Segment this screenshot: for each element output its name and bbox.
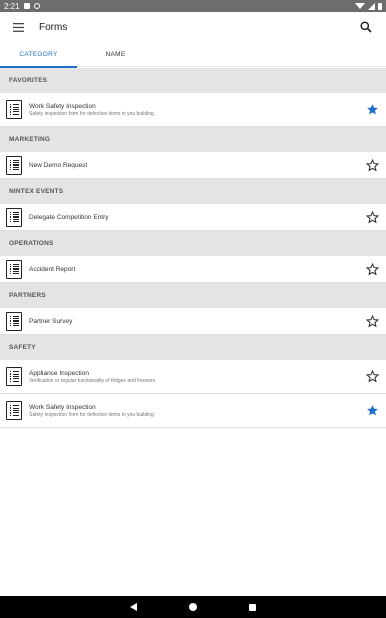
star-outline-icon (365, 370, 379, 383)
form-title: Work Safety Inspection (29, 102, 96, 110)
form-title: New Demo Request (29, 161, 88, 169)
form-text: Accident Report (29, 265, 75, 274)
form-item-work-safety-inspection[interactable]: Work Safety Inspection Safety inspection… (0, 394, 386, 428)
menu-button[interactable] (3, 12, 33, 42)
status-right (355, 2, 382, 10)
system-nav-bar (0, 596, 386, 618)
favorite-button[interactable] (365, 262, 379, 276)
form-item-appliance-inspection[interactable]: Appliance Inspection Verification or reg… (0, 360, 386, 394)
form-item-work-safety-inspection-favorite[interactable]: Work Safety Inspection Safety inspection… (0, 93, 386, 127)
form-description: Safety inspection form for defective ite… (29, 411, 154, 418)
form-description: Verification or regular functionality of… (29, 377, 156, 384)
form-item-partner-survey[interactable]: Partner Survey (0, 308, 386, 335)
tab-bar: CATEGORY NAME (0, 42, 386, 68)
form-title: Partner Survey (29, 317, 73, 325)
form-icon (6, 401, 22, 420)
home-icon[interactable] (189, 603, 197, 611)
form-item-new-demo-request[interactable]: New Demo Request (0, 152, 386, 179)
app-bar: Forms (0, 12, 386, 42)
favorite-button[interactable] (365, 158, 379, 172)
form-text: Work Safety Inspection Safety inspection… (29, 102, 154, 118)
form-icon (6, 311, 22, 331)
search-icon (360, 21, 372, 33)
form-text: Work Safety Inspection Safety inspection… (29, 403, 154, 419)
recent-apps-icon[interactable] (249, 603, 256, 611)
star-filled-icon (366, 405, 378, 416)
form-text: Partner Survey (29, 317, 72, 326)
form-title: Appliance Inspection (29, 369, 89, 377)
star-filled-icon (366, 104, 378, 115)
tab-name[interactable]: NAME (77, 42, 154, 67)
search-button[interactable] (352, 13, 380, 41)
form-item-delegate-competition-entry[interactable]: Delegate Competition Entry (0, 204, 386, 231)
battery-icon (378, 2, 382, 10)
notification-icon (23, 3, 30, 9)
star-outline-icon (365, 158, 379, 171)
form-text: Appliance Inspection Verification or reg… (29, 369, 155, 385)
form-description: Safety inspection form for defective ite… (29, 110, 154, 117)
form-icon (6, 207, 22, 227)
status-bar: 2:21 (0, 0, 386, 12)
back-icon[interactable] (130, 603, 137, 611)
section-header-nintex-events: NINTEX EVENTS (0, 179, 386, 204)
favorite-button[interactable] (365, 314, 379, 328)
form-icon (6, 259, 22, 279)
favorite-button[interactable] (365, 103, 379, 117)
wifi-icon (355, 3, 365, 9)
signal-icon (368, 2, 375, 10)
form-title: Accident Report (29, 265, 76, 273)
star-outline-icon (365, 314, 379, 327)
star-outline-icon (365, 210, 379, 223)
section-header-favorites: FAVORITES (0, 68, 386, 93)
forms-list: FAVORITES Work Safety Inspection Safety … (0, 68, 386, 428)
form-text: New Demo Request (29, 161, 87, 170)
sync-icon (33, 3, 40, 9)
form-text: Delegate Competition Entry (29, 213, 109, 222)
favorite-button[interactable] (365, 210, 379, 224)
favorite-button[interactable] (365, 370, 379, 384)
section-header-safety: SAFETY (0, 335, 386, 360)
section-header-marketing: MARKETING (0, 127, 386, 152)
form-title: Work Safety Inspection (29, 403, 96, 411)
form-icon (6, 155, 22, 175)
favorite-button[interactable] (365, 404, 379, 418)
page-title: Forms (39, 21, 68, 33)
status-time: 2:21 (4, 1, 20, 11)
form-title: Delegate Competition Entry (29, 213, 109, 221)
star-outline-icon (365, 262, 379, 275)
form-icon (6, 367, 22, 386)
form-item-accident-report[interactable]: Accident Report (0, 256, 386, 283)
tab-category[interactable]: CATEGORY (0, 42, 77, 68)
form-icon (6, 100, 22, 119)
section-header-operations: OPERATIONS (0, 231, 386, 256)
status-left: 2:21 (4, 2, 40, 11)
section-header-partners: PARTNERS (0, 283, 386, 308)
hamburger-menu-icon (12, 22, 24, 32)
